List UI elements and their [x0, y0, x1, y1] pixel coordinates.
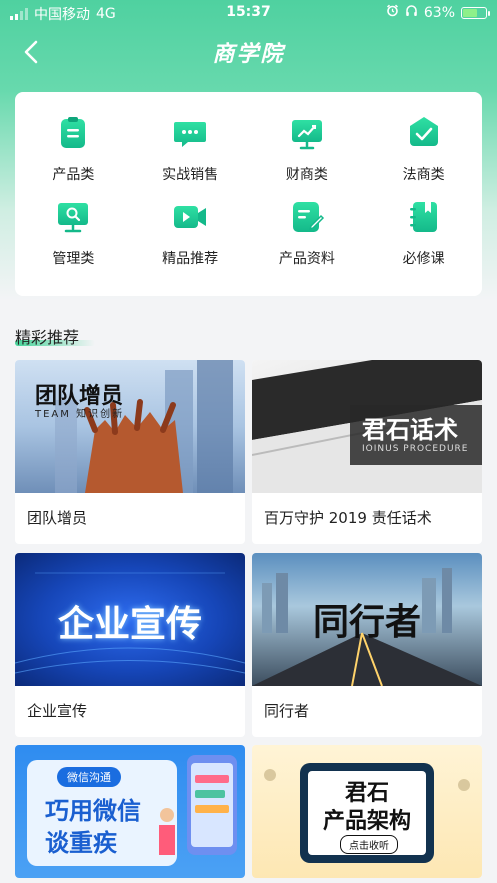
category-label: 必修课	[402, 251, 445, 267]
thumb-badge: 点击收听	[340, 835, 398, 854]
course-card[interactable]: 君石话术 IOINUS PROCEDURE 百万守护 2019 责任话术	[252, 360, 482, 544]
course-thumbnail: 微信沟通 巧用微信 谈重疾	[15, 745, 245, 878]
course-thumbnail: 君石 产品架构 点击收听	[252, 745, 482, 878]
category-card: 产品类 实战销售 财商类 法商类 管理类 精品推荐 产品资料 必修课	[15, 92, 482, 296]
category-item[interactable]: 必修课	[365, 198, 482, 268]
course-card[interactable]: 君石 产品架构 点击收听	[252, 745, 482, 878]
category-label: 实战销售	[162, 167, 219, 183]
document-edit-icon	[292, 202, 324, 232]
category-label: 产品资料	[278, 251, 335, 267]
page-title: 商学院	[212, 42, 285, 67]
course-thumbnail: 企业宣传	[15, 553, 245, 686]
course-thumbnail: 同行者	[252, 553, 482, 686]
course-thumbnail: 团队增员 TEAM 知识创新	[15, 360, 245, 493]
category-label: 精品推荐	[162, 251, 219, 267]
alarm-icon	[386, 4, 399, 21]
category-label: 管理类	[52, 251, 95, 267]
course-card[interactable]: 微信沟通 巧用微信 谈重疾	[15, 745, 245, 878]
category-item[interactable]: 财商类	[249, 114, 366, 184]
course-title: 企业宣传	[27, 702, 88, 720]
thumb-title: 同行者	[312, 601, 421, 643]
thumb-title: 企业宣传	[57, 604, 202, 645]
category-label: 财商类	[285, 167, 328, 183]
clipboard-icon	[61, 117, 86, 148]
course-thumbnail: 君石话术 IOINUS PROCEDURE	[252, 360, 482, 493]
monitor-search-icon	[58, 203, 89, 233]
thumb-subtitle: TEAM 知识创新	[35, 409, 125, 420]
checkmark-badge-icon	[409, 117, 438, 146]
course-card[interactable]: 团队增员 TEAM 知识创新 团队增员	[15, 360, 245, 544]
navbar: 商学院	[0, 30, 497, 74]
status-bar: 中国移动 4G 15:37 63%	[0, 0, 497, 26]
category-label: 法商类	[402, 167, 445, 183]
category-item[interactable]: 精品推荐	[132, 198, 249, 268]
notebook-icon	[409, 202, 437, 232]
category-item[interactable]: 法商类	[365, 114, 482, 184]
thumb-title-line2: 产品架构	[322, 809, 411, 834]
chat-bubbles-icon	[174, 122, 207, 147]
course-title: 百万守护 2019 责任话术	[264, 509, 432, 527]
category-label: 产品类	[52, 167, 95, 183]
course-card[interactable]: 同行者 同行者	[252, 553, 482, 737]
battery-icon	[461, 6, 490, 19]
thumb-subtitle: IOINUS PROCEDURE	[362, 444, 469, 454]
presentation-chart-icon	[291, 120, 322, 150]
headphones-icon	[405, 4, 418, 21]
category-item[interactable]: 产品类	[15, 114, 132, 184]
battery-percent: 63%	[423, 4, 455, 21]
course-card[interactable]: 企业宣传 企业宣传	[15, 553, 245, 737]
section-title: 精彩推荐	[15, 328, 80, 347]
course-title: 同行者	[264, 702, 310, 720]
category-item[interactable]: 产品资料	[249, 198, 366, 268]
category-item[interactable]: 管理类	[15, 198, 132, 268]
video-camera-icon	[174, 206, 207, 228]
course-title: 团队增员	[27, 509, 88, 527]
category-item[interactable]: 实战销售	[132, 114, 249, 184]
thumb-title: 君石话术	[362, 416, 458, 444]
